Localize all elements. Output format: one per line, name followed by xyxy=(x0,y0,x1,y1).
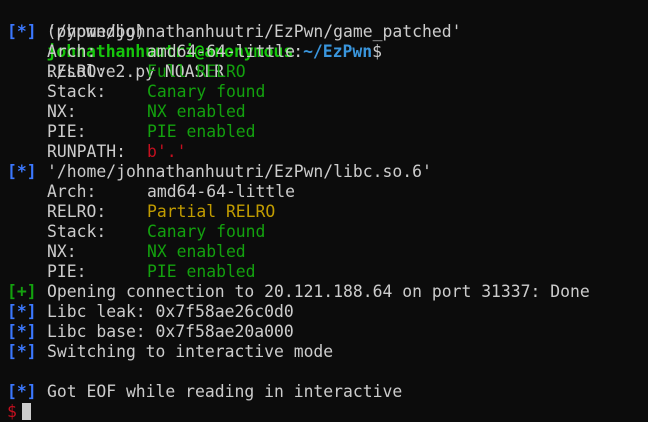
shell-prompt-line[interactable]: $ xyxy=(7,402,648,422)
info-marker: [*] xyxy=(7,382,37,401)
log-line: [+] Opening connection to 20.121.188.64 o… xyxy=(7,282,648,302)
info-marker: [*] xyxy=(7,162,37,181)
property-value: PIE enabled xyxy=(147,262,256,281)
log-lines: [+] Opening connection to 20.121.188.64 o… xyxy=(7,282,648,362)
property-key: NX: xyxy=(47,102,77,121)
property-key: RELRO: xyxy=(47,202,107,221)
property-row: NX: NX enabled xyxy=(7,102,648,122)
property-value: Full RELRO xyxy=(147,62,246,81)
log-text: Libc leak: 0x7f58ae26c0d0 xyxy=(47,302,294,321)
property-key: NX: xyxy=(47,242,77,261)
binary2-props: Arch: amd64-64-little RELRO: Partial RELRO S… xyxy=(7,182,648,282)
property-row: Stack: Canary found xyxy=(7,82,648,102)
property-row: Stack: Canary found xyxy=(7,222,648,242)
property-row: NX: NX enabled xyxy=(7,242,648,262)
property-value: Partial RELRO xyxy=(147,202,276,221)
property-value: b'.' xyxy=(147,142,187,161)
property-row: Arch: amd64-64-little xyxy=(7,182,648,202)
log-text: Opening connection to 20.121.188.64 on p… xyxy=(47,282,590,301)
property-key: RUNPATH: xyxy=(47,142,126,161)
shell-dollar: $ xyxy=(7,402,17,421)
property-value: amd64-64-little xyxy=(147,42,296,61)
property-value: NX enabled xyxy=(147,102,246,121)
property-key: PIE: xyxy=(47,122,87,141)
binary1-path: '/home/johnathanhuutri/EzPwn/game_patche… xyxy=(47,22,462,41)
log-line: [*] Libc leak: 0x7f58ae26c0d0 xyxy=(7,302,648,322)
property-row: PIE: PIE enabled xyxy=(7,262,648,282)
info-marker: [*] xyxy=(7,22,37,41)
log-marker: [*] xyxy=(7,302,37,321)
property-value: NX enabled xyxy=(147,242,246,261)
log-marker: [+] xyxy=(7,282,37,301)
log-marker: [*] xyxy=(7,322,37,341)
property-key: RELRO: xyxy=(47,62,107,81)
log-line: [*] Libc base: 0x7f58ae20a000 xyxy=(7,322,648,342)
property-key: Arch: xyxy=(47,42,97,61)
property-value: PIE enabled xyxy=(147,122,256,141)
log-line: [*] Switching to interactive mode xyxy=(7,342,648,362)
property-row: PIE: PIE enabled xyxy=(7,122,648,142)
log-text: Libc base: 0x7f58ae20a000 xyxy=(47,322,294,341)
eof-line: [*] Got EOF while reading in interactive xyxy=(7,382,648,402)
cwd-path: ~/EzPwn xyxy=(303,42,373,61)
property-key: Arch: xyxy=(47,182,97,201)
property-row: RUNPATH: b'.' xyxy=(7,142,648,162)
binary2-path: '/home/johnathanhuutri/EzPwn/libc.so.6' xyxy=(47,162,432,181)
property-row: RELRO: Full RELRO xyxy=(7,62,648,82)
text-cursor xyxy=(21,403,31,420)
binary2-header: [*] '/home/johnathanhuutri/EzPwn/libc.so.… xyxy=(7,162,648,182)
property-key: Stack: xyxy=(47,222,107,241)
property-value: amd64-64-little xyxy=(147,182,296,201)
prompt-line: (pypwndbg) johnathanhuutri@anonymous:~/E… xyxy=(7,2,648,81)
log-marker: [*] xyxy=(7,342,37,361)
binary1-header: [*] '/home/johnathanhuutri/EzPwn/game_pat… xyxy=(7,22,648,42)
eof-text: Got EOF while reading in interactive xyxy=(47,382,403,401)
property-value: Canary found xyxy=(147,222,266,241)
prompt-dollar: $ xyxy=(372,42,383,61)
property-value: Canary found xyxy=(147,82,266,101)
property-key: PIE: xyxy=(47,262,87,281)
property-row: RELRO: Partial RELRO xyxy=(7,202,648,222)
log-text: Switching to interactive mode xyxy=(47,342,334,361)
property-key: Stack: xyxy=(47,82,107,101)
terminal-window[interactable]: (pypwndbg) johnathanhuutri@anonymous:~/E… xyxy=(0,0,648,422)
